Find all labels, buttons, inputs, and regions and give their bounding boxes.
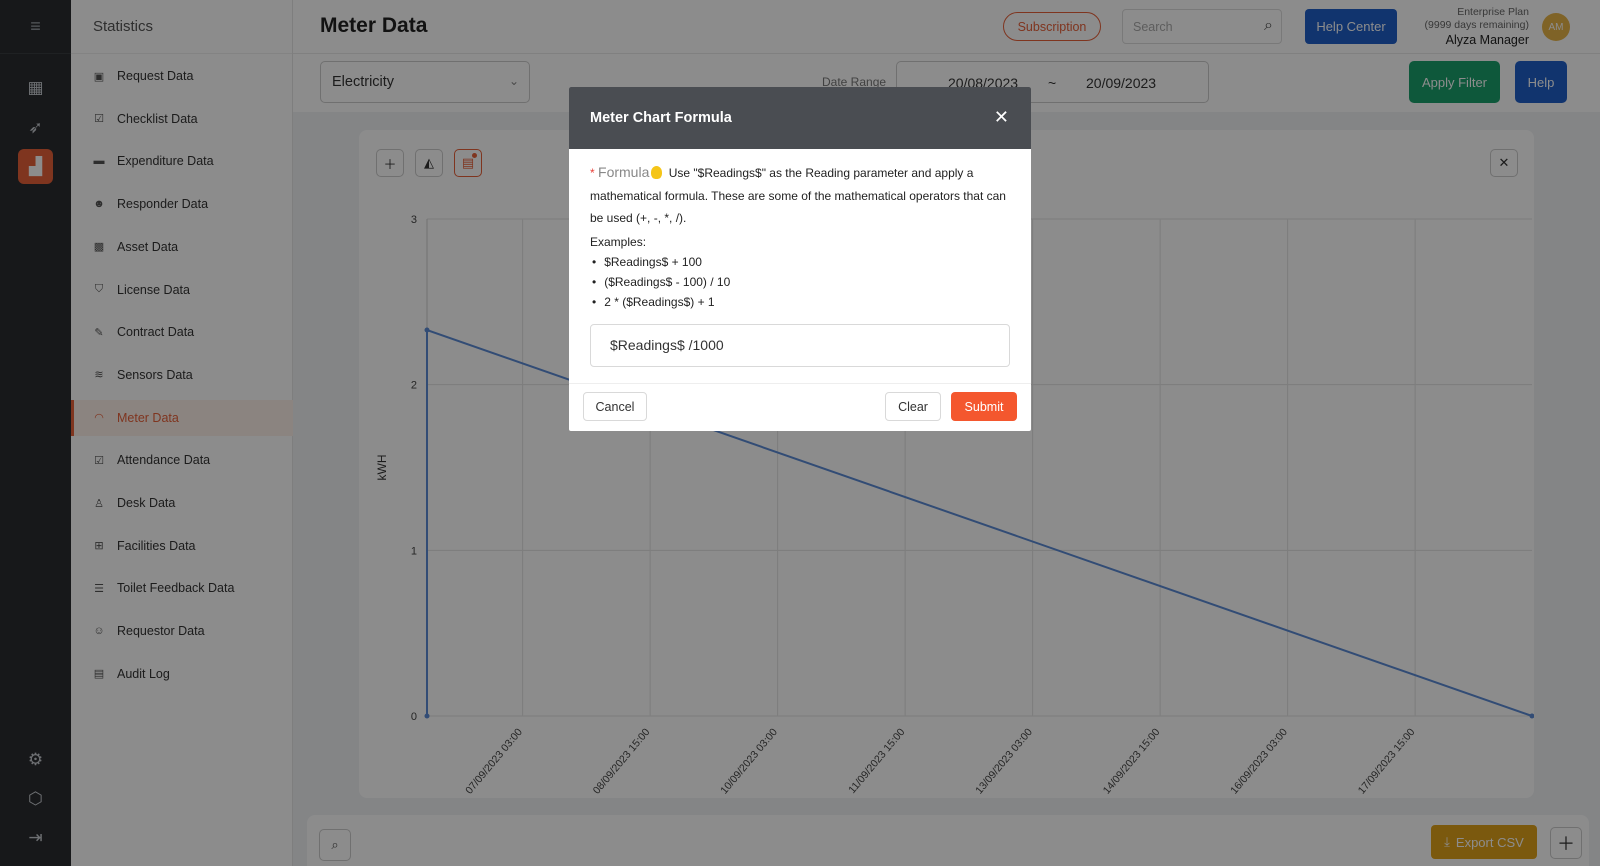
formula-input[interactable]: $Readings$ /1000 — [590, 323, 1010, 367]
examples-list: $Readings$ + 100($Readings$ - 100) / 102… — [590, 252, 1010, 312]
modal-title: Meter Chart Formula — [590, 110, 732, 126]
close-icon[interactable]: ✕ — [994, 107, 1009, 128]
example-item: 2 * ($Readings$) + 1 — [592, 292, 1010, 312]
clear-button[interactable]: Clear — [885, 392, 941, 421]
submit-button[interactable]: Submit — [951, 392, 1017, 421]
formula-label: Formula — [598, 164, 650, 180]
formula-description: * Formula Use "$Readings$" as the Readin… — [590, 161, 1010, 230]
formula-value: $Readings$ /1000 — [610, 336, 724, 353]
example-item: $Readings$ + 100 — [592, 252, 1010, 272]
formula-modal: Meter Chart Formula ✕ * Formula Use "$Re… — [569, 87, 1031, 431]
example-item: ($Readings$ - 100) / 10 — [592, 272, 1010, 292]
modal-body: * Formula Use "$Readings$" as the Readin… — [569, 149, 1031, 367]
required-mark: * — [590, 166, 595, 180]
examples-section: Examples: $Readings$ + 100($Readings$ - … — [590, 232, 1010, 312]
lightbulb-icon — [651, 166, 663, 179]
modal-header: Meter Chart Formula ✕ — [569, 87, 1031, 149]
cancel-button[interactable]: Cancel — [583, 392, 647, 421]
modal-footer: Cancel Clear Submit — [569, 383, 1031, 431]
examples-label: Examples: — [590, 234, 647, 249]
